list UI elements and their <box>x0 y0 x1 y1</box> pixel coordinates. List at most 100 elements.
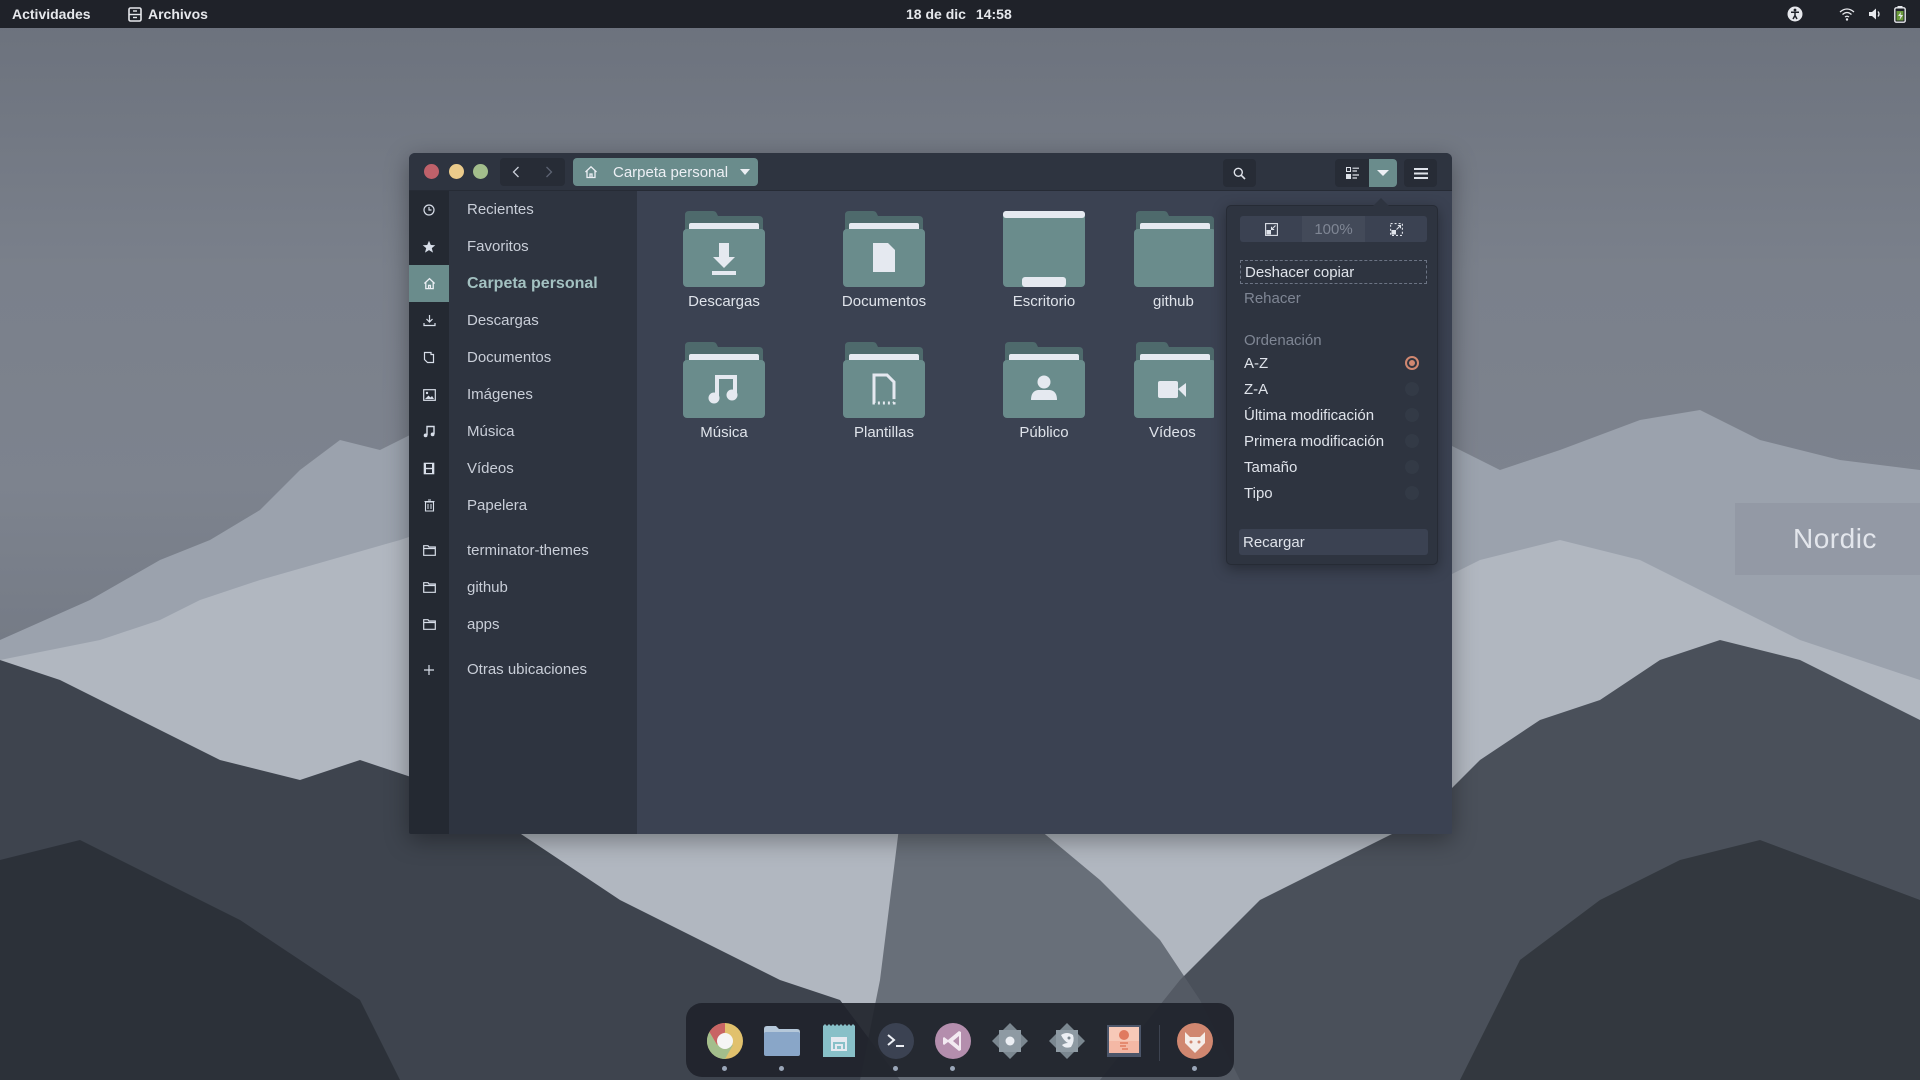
zoom-controls: 100% <box>1240 216 1427 242</box>
list-view-button[interactable] <box>1335 159 1369 187</box>
radio-unchecked-icon[interactable] <box>1405 460 1419 474</box>
radio-unchecked-icon[interactable] <box>1405 486 1419 500</box>
dock-vscode[interactable] <box>933 1021 973 1071</box>
zoom-level[interactable]: 100% <box>1302 216 1365 242</box>
maximize-button[interactable] <box>473 164 488 179</box>
undo-copy-item[interactable]: Deshacer copiar <box>1240 260 1427 284</box>
music-icon <box>409 413 449 450</box>
radio-unchecked-icon[interactable] <box>1405 408 1419 422</box>
zoom-in-button[interactable] <box>1365 216 1427 242</box>
folder-descargas[interactable]: Descargas <box>654 211 794 331</box>
dock-settings[interactable] <box>990 1021 1030 1061</box>
sidebar-item-papelera[interactable]: Papelera <box>409 487 637 524</box>
folder-documentos[interactable]: Documentos <box>814 211 954 331</box>
sidebar-item-recientes[interactable]: Recientes <box>409 191 637 228</box>
sidebar-item-descargas[interactable]: Descargas <box>409 302 637 339</box>
sort-heading: Ordenación <box>1244 332 1322 349</box>
dock-chrome[interactable] <box>705 1021 745 1071</box>
app-menu[interactable]: Archivos <box>128 6 208 22</box>
caret-down-icon <box>740 169 750 175</box>
radio-checked-icon[interactable] <box>1405 356 1419 370</box>
sidebar-bookmark-terminator-themes[interactable]: terminator-themes <box>409 532 637 569</box>
view-options-button[interactable] <box>1369 159 1397 187</box>
minimize-button[interactable] <box>449 164 464 179</box>
sort-option-size[interactable]: Tamaño <box>1240 455 1427 479</box>
sort-option-first-modified[interactable]: Primera modificación <box>1240 429 1427 453</box>
path-label: Carpeta personal <box>613 163 729 181</box>
sort-option-last-modified[interactable]: Última modificación <box>1240 403 1427 427</box>
radio-unchecked-icon[interactable] <box>1405 382 1419 396</box>
clock[interactable]: 18 de dic 14:58 <box>906 6 1012 22</box>
running-indicator <box>893 1066 898 1071</box>
sort-option-type[interactable]: Tipo <box>1240 481 1427 505</box>
folder-name: Música <box>700 424 748 441</box>
sort-option-label: Primera modificación <box>1244 432 1385 450</box>
search-button[interactable] <box>1223 159 1256 187</box>
folder-icon <box>409 569 449 606</box>
folder-desktop-icon <box>1003 211 1085 287</box>
folder-videos[interactable]: Vídeos <box>1134 342 1214 462</box>
dock-gitlab[interactable] <box>1175 1021 1215 1071</box>
sidebar-item-videos[interactable]: Vídeos <box>409 450 637 487</box>
folder-github[interactable]: github <box>1134 211 1214 331</box>
folder-templates-icon <box>843 342 925 418</box>
sidebar-bookmark-apps[interactable]: apps <box>409 606 637 643</box>
folder-musica[interactable]: Música <box>654 342 794 462</box>
dock-files[interactable] <box>762 1021 802 1071</box>
sidebar: Recientes Favoritos Carpeta personal Des… <box>409 191 637 834</box>
activities-button[interactable]: Actividades <box>12 6 91 22</box>
radio-unchecked-icon[interactable] <box>1405 434 1419 448</box>
sidebar-item-otras-ubicaciones[interactable]: Otras ubicaciones <box>409 651 637 688</box>
image-icon <box>409 376 449 413</box>
sidebar-item-imagenes[interactable]: Imágenes <box>409 376 637 413</box>
folder-plantillas[interactable]: Plantillas <box>814 342 954 462</box>
app-menu-label: Archivos <box>148 6 208 22</box>
accessibility-icon[interactable] <box>1787 6 1803 22</box>
folder-documents-icon <box>843 211 925 287</box>
battery-icon[interactable] <box>1892 5 1908 23</box>
sidebar-item-documentos[interactable]: Documentos <box>409 339 637 376</box>
dock-gimp[interactable] <box>1047 1021 1087 1061</box>
zoom-out-button[interactable] <box>1240 216 1302 242</box>
navigation-buttons <box>500 158 565 186</box>
sidebar-item-favoritos[interactable]: Favoritos <box>409 228 637 265</box>
clock-icon <box>409 191 449 228</box>
forward-button[interactable] <box>533 158 566 186</box>
zoom-in-icon <box>1389 222 1403 236</box>
folder-public-icon <box>1003 342 1085 418</box>
reload-button[interactable]: Recargar <box>1239 529 1428 555</box>
close-button[interactable] <box>424 164 439 179</box>
gimp-icon <box>1049 1023 1085 1059</box>
folder-publico[interactable]: Público <box>974 342 1114 462</box>
main-menu-button[interactable] <box>1404 159 1437 187</box>
back-button[interactable] <box>500 158 533 186</box>
sidebar-bookmark-github[interactable]: github <box>409 569 637 606</box>
path-bar-button[interactable]: Carpeta personal <box>573 158 758 186</box>
dock-terminal[interactable] <box>876 1021 916 1071</box>
sidebar-item-carpeta-personal[interactable]: Carpeta personal <box>409 265 637 302</box>
sidebar-item-musica[interactable]: Música <box>409 413 637 450</box>
document-icon <box>409 339 449 376</box>
folder-escritorio[interactable]: Escritorio <box>974 211 1114 331</box>
running-indicator <box>779 1066 784 1071</box>
dock-image-viewer[interactable] <box>1104 1021 1144 1061</box>
folder-name: Público <box>1019 424 1069 441</box>
folder-music-icon <box>683 342 765 418</box>
dock-separator <box>1159 1025 1160 1061</box>
sidebar-item-label: Imágenes <box>467 386 533 403</box>
folder-name: Escritorio <box>1012 293 1076 310</box>
redo-item[interactable]: Rehacer <box>1240 286 1427 310</box>
sort-option-a-z[interactable]: A-Z <box>1240 351 1427 375</box>
volume-icon[interactable] <box>1867 6 1883 22</box>
dock-software[interactable] <box>819 1021 859 1061</box>
wifi-icon[interactable] <box>1839 6 1855 22</box>
top-bar: Actividades Archivos 18 de dic 14:58 <box>0 0 1920 28</box>
clock-time: 14:58 <box>975 6 1012 22</box>
sort-option-z-a[interactable]: Z-A <box>1240 377 1427 401</box>
folder-name: Vídeos <box>1149 424 1196 441</box>
caret-down-icon <box>1377 170 1389 176</box>
star-icon <box>409 228 449 265</box>
file-cabinet-icon <box>128 6 142 22</box>
search-icon <box>1233 167 1246 180</box>
settings-icon <box>992 1023 1028 1059</box>
